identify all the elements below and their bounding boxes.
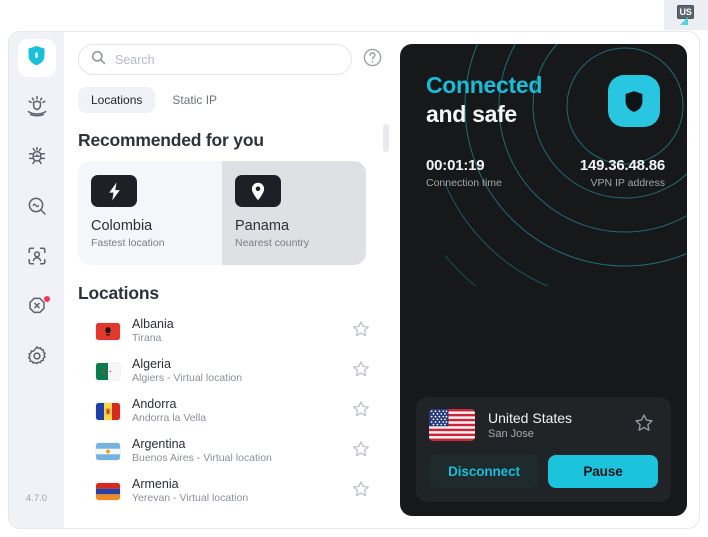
location-country: Andorra [132, 396, 177, 411]
location-country: Argentina [132, 436, 186, 451]
list-item[interactable]: Albania Tirana [78, 311, 380, 351]
connection-stats: 00:01:19 Connection time 149.36.48.86 VP… [426, 157, 665, 189]
stat-label: Connection time [426, 177, 502, 189]
status-title-line1: Connected [426, 72, 543, 98]
list-item[interactable]: Argentina Buenos Aires - Virtual locatio… [78, 431, 380, 471]
status-title-line2: and safe [426, 101, 517, 128]
location-city: Algiers - Virtual location [132, 371, 243, 384]
app-window: 4.7.0 Search Locations Static IP Recomme… [8, 31, 700, 529]
recommended-card-nearest[interactable]: Panama Nearest country [222, 161, 366, 265]
flag-united-states [429, 409, 475, 442]
lightning-bolt-icon [91, 175, 137, 207]
sidebar-item-dark-web-monitor[interactable] [18, 189, 56, 227]
flag-albania [96, 322, 120, 340]
search-icon [91, 50, 106, 70]
map-pin-icon [235, 175, 281, 207]
locations-scrollbar[interactable] [383, 124, 389, 526]
flag-andorra [96, 402, 120, 420]
search-input[interactable] [115, 52, 339, 67]
stat-label: VPN IP address [590, 177, 665, 189]
list-item-text: Armenia Yerevan - Virtual location [132, 477, 352, 506]
status-panel: Connected and safe 00:01:19 Connection t… [400, 44, 687, 516]
desktop: US 4.7.0 Search Locations Static IP Reco… [0, 0, 708, 537]
keyboard-layout-label: US [677, 5, 694, 19]
list-item-text: Algeria Algiers - Virtual location [132, 357, 352, 386]
stat-connection-time: 00:01:19 Connection time [426, 157, 502, 189]
shield-icon [27, 45, 46, 71]
current-connection-card: United States San Jose Disconnect Pause [416, 396, 671, 502]
recommended-card-subtitle: Nearest country [235, 237, 310, 249]
connection-city: San Jose [488, 428, 534, 441]
flag-armenia [96, 482, 120, 500]
sidebar-item-malware-scan[interactable] [18, 139, 56, 177]
list-item-text: Andorra Andorra la Vella [132, 397, 352, 426]
location-city: Yerevan - Virtual location [132, 491, 249, 504]
star-outline-icon[interactable] [352, 440, 370, 463]
location-country: Algeria [132, 356, 171, 371]
tab-bar: Locations Static IP [78, 87, 394, 113]
recommended-card-subtitle: Fastest location [91, 237, 165, 249]
location-city: Buenos Aires - Virtual location [132, 451, 272, 464]
sidebar-item-vpn[interactable] [17, 39, 56, 77]
current-connection-header: United States San Jose [429, 409, 658, 442]
locations-heading: Locations [78, 283, 159, 303]
list-item-text: Albania Tirana [132, 317, 352, 346]
gear-icon [26, 345, 48, 372]
page-title: Connected and safe [426, 71, 542, 129]
sidebar-item-settings[interactable] [18, 339, 56, 377]
connection-buttons: Disconnect Pause [429, 455, 658, 488]
tab-locations[interactable]: Locations [78, 87, 156, 113]
star-outline-icon[interactable] [352, 320, 370, 343]
stat-vpn-ip: 149.36.48.86 VPN IP address [580, 157, 665, 189]
list-item[interactable]: Algeria Algiers - Virtual location [78, 351, 380, 391]
sidebar-item-blocker[interactable] [18, 289, 56, 327]
location-city: Tirana [132, 331, 162, 344]
stat-value: 00:01:19 [426, 157, 485, 174]
locations-pane: Locations Static IP Recommended for you … [64, 32, 394, 528]
flag-algeria [96, 362, 120, 380]
star-outline-icon[interactable] [352, 400, 370, 423]
sidebar-item-identity[interactable] [18, 239, 56, 277]
system-tray: US [664, 0, 708, 30]
app-version: 4.7.0 [25, 493, 48, 504]
location-country: Albania [132, 316, 174, 331]
person-scan-icon [26, 245, 48, 272]
list-item[interactable]: Andorra Andorra la Vella [78, 391, 380, 431]
sidebar-item-threat-protection[interactable] [18, 89, 56, 127]
star-outline-icon[interactable] [352, 360, 370, 383]
star-outline-icon[interactable] [634, 413, 654, 438]
recommended-card-title: Colombia [91, 218, 153, 234]
location-country: Armenia [132, 476, 179, 491]
connection-country: United States [488, 409, 573, 426]
shield-icon [608, 75, 660, 127]
search-box[interactable] [78, 44, 352, 75]
list-item[interactable]: Armenia Yerevan - Virtual location [78, 471, 380, 511]
magnifier-wave-icon [26, 195, 48, 222]
location-city: Andorra la Vella [132, 411, 207, 424]
flag-argentina [96, 442, 120, 460]
stat-value: 149.36.48.86 [579, 157, 665, 174]
notification-badge [43, 296, 50, 302]
tab-static-ip[interactable]: Static IP [159, 87, 230, 113]
disconnect-button[interactable]: Disconnect [429, 455, 539, 488]
bug-icon [26, 145, 48, 172]
help-circle-icon[interactable] [363, 48, 382, 72]
search-row [78, 44, 394, 75]
recommended-cards: Colombia Fastest location Panama Nearest… [78, 161, 366, 265]
scrollbar-thumb[interactable] [383, 124, 389, 152]
recommended-card-fastest[interactable]: Colombia Fastest location [78, 161, 222, 265]
current-connection-text: United States San Jose [488, 409, 634, 442]
recommended-card-title: Panama [235, 218, 290, 234]
pause-button[interactable]: Pause [548, 455, 658, 488]
list-item-text: Argentina Buenos Aires - Virtual locatio… [132, 437, 352, 466]
sidebar: 4.7.0 [9, 32, 64, 528]
keyboard-layout-icon[interactable]: US [675, 4, 697, 26]
threat-protection-icon [26, 95, 48, 122]
locations-list: Albania Tirana Algeria Algiers - Virtual… [78, 311, 380, 511]
recommended-heading: Recommended for you [78, 130, 264, 150]
star-outline-icon[interactable] [352, 480, 370, 503]
